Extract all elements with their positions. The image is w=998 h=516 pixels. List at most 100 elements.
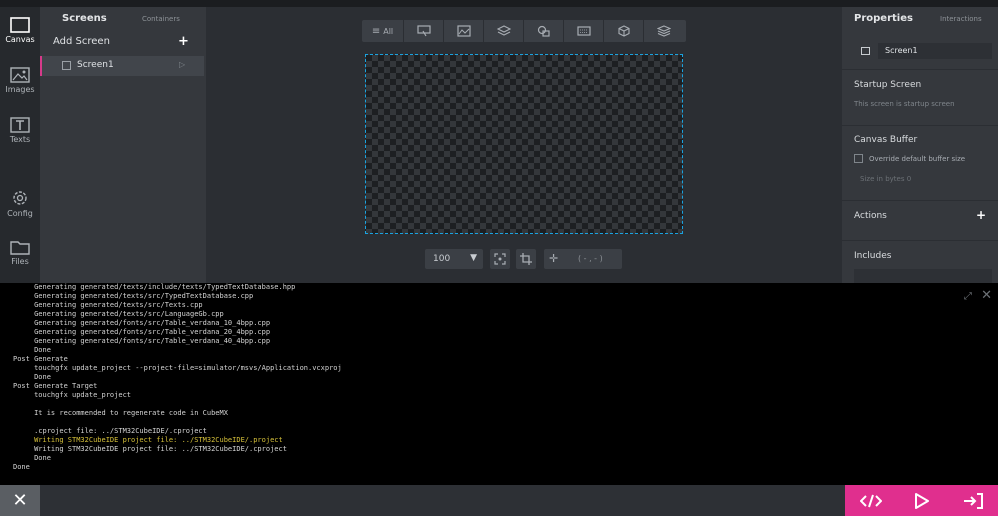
console-line: Post Generate <box>13 355 68 363</box>
add-screen-button[interactable]: + <box>178 34 189 49</box>
console-line: Generating generated/texts/include/texts… <box>13 283 296 291</box>
play-outline-icon[interactable]: ▷ <box>179 60 185 69</box>
coordinate-text: ( - , - ) <box>578 254 603 263</box>
coordinate-display: ✛ ( - , - ) <box>544 249 622 269</box>
actions-title: Actions <box>854 211 887 221</box>
add-action-button[interactable]: + <box>976 208 986 222</box>
actions-section: Actions + <box>842 200 998 240</box>
console-line: touchgfx update_project <box>13 391 132 399</box>
screen-name: Screen1 <box>77 60 114 70</box>
console-line: Post Generate Target <box>13 382 98 390</box>
buffer-size-field[interactable]: Size in bytes 0 <box>860 175 911 183</box>
screens-panel: Screens Containers Add Screen + Screen1 … <box>40 7 206 283</box>
tab-screens[interactable]: Screens <box>62 13 107 24</box>
console-line: Done <box>13 463 30 471</box>
shapes-icon[interactable] <box>524 20 564 42</box>
crop-button[interactable] <box>516 249 536 269</box>
layers-icon[interactable] <box>484 20 524 42</box>
includes-field[interactable] <box>854 269 992 283</box>
close-console-button[interactable]: ✕ <box>0 485 40 516</box>
play-icon <box>914 492 929 509</box>
canvas-buffer-section: Canvas Buffer Override default buffer si… <box>842 125 998 200</box>
expand-icon[interactable]: ⤢ <box>964 291 972 302</box>
screen-icon <box>62 61 71 70</box>
rail-item-texts[interactable]: Texts <box>0 117 40 144</box>
gear-icon <box>13 191 27 205</box>
chevron-down-icon: ▼ <box>470 253 477 263</box>
run-actions <box>845 485 998 516</box>
buffer-title: Canvas Buffer <box>854 135 918 145</box>
override-buffer-checkbox[interactable] <box>854 154 863 163</box>
zoom-select[interactable]: 100 ▼ <box>425 249 483 269</box>
bottom-bar: ✕ <box>0 485 998 516</box>
zoom-value: 100 <box>433 254 451 264</box>
startup-title: Startup Screen <box>854 80 922 90</box>
screen-canvas[interactable] <box>365 54 683 234</box>
console-line: .cproject file: ../STM32CubeIDE/.cprojec… <box>13 427 207 435</box>
stack-icon[interactable] <box>644 20 684 42</box>
screen-list-item[interactable]: Screen1 ▷ <box>40 56 204 76</box>
keyboard-icon[interactable] <box>564 20 604 42</box>
console-log: Generating generated/texts/include/texts… <box>13 283 342 472</box>
console-output: Generating generated/texts/include/texts… <box>0 283 998 485</box>
startup-section: Startup Screen This screen is startup sc… <box>842 69 998 125</box>
rail-item-images[interactable]: Images <box>0 67 40 94</box>
console-line: Generating generated/texts/src/Texts.cpp <box>13 301 203 309</box>
filter-all-label: All <box>383 26 394 36</box>
tab-interactions[interactable]: Interactions <box>940 15 982 23</box>
console-line: Generating generated/fonts/src/Table_ver… <box>13 337 271 345</box>
cube-icon[interactable] <box>604 20 644 42</box>
fit-screen-button[interactable] <box>490 249 510 269</box>
console-line: It is recommended to regenerate code in … <box>13 409 228 417</box>
console-line: Done <box>13 373 51 381</box>
code-icon <box>859 494 882 507</box>
folder-icon <box>10 241 30 255</box>
console-line: touchgfx update_project --project-file=s… <box>13 364 342 372</box>
screens-tabs: Screens Containers <box>40 7 206 31</box>
screen-name-row: Screen1 <box>842 40 998 62</box>
image-icon[interactable] <box>444 20 484 42</box>
rail-item-label: Canvas <box>5 35 35 44</box>
console-line: Writing STM32CubeIDE project file: ../ST… <box>13 445 287 453</box>
menu-icon: ≡ <box>371 25 381 37</box>
generate-code-button[interactable] <box>845 485 896 516</box>
console-line: Done <box>13 346 51 354</box>
crop-icon <box>520 253 532 265</box>
rail-item-files[interactable]: Files <box>0 239 40 266</box>
fit-screen-icon <box>494 253 506 265</box>
console-line: Generating generated/texts/src/TypedText… <box>13 292 254 300</box>
includes-title: Includes <box>854 251 892 261</box>
rail-item-label: Texts <box>9 135 31 144</box>
rail-item-label: Files <box>11 257 29 266</box>
rail-item-label: Images <box>5 85 35 94</box>
rail-item-config[interactable]: Config <box>0 189 40 218</box>
add-screen-label[interactable]: Add Screen <box>53 36 110 47</box>
screen-icon <box>861 47 870 55</box>
tab-containers[interactable]: Containers <box>142 15 180 23</box>
console-controls: ⤢ ✕ <box>958 288 992 303</box>
override-buffer-label: Override default buffer size <box>869 155 966 163</box>
texts-icon <box>10 117 30 133</box>
screen-name-field[interactable]: Screen1 <box>878 43 992 59</box>
canvas-icon <box>10 17 30 33</box>
widget-toolbar: ≡ All <box>362 20 686 42</box>
canvas-area: ≡ All 100 ▼ ✛ (- , -) <box>206 7 842 283</box>
images-icon <box>10 67 30 83</box>
console-line: Generating generated/texts/src/LanguageG… <box>13 310 224 318</box>
console-line: Generating generated/fonts/src/Table_ver… <box>13 328 271 336</box>
export-button[interactable] <box>947 485 998 516</box>
tab-properties[interactable]: Properties <box>854 13 913 24</box>
close-icon[interactable]: ✕ <box>981 288 992 303</box>
move-icon: ✛ <box>549 252 559 265</box>
rail-item-canvas[interactable]: Canvas <box>0 17 40 44</box>
widget-icon[interactable] <box>404 20 444 42</box>
run-simulator-button[interactable] <box>896 485 947 516</box>
rail-item-label: Config <box>7 209 33 218</box>
startup-sub: This screen is startup screen <box>854 100 955 108</box>
export-icon <box>963 492 983 509</box>
properties-panel: Properties Interactions Screen1 Startup … <box>842 7 998 283</box>
close-icon: ✕ <box>12 490 28 511</box>
filter-all-button[interactable]: ≡ All <box>362 20 404 42</box>
